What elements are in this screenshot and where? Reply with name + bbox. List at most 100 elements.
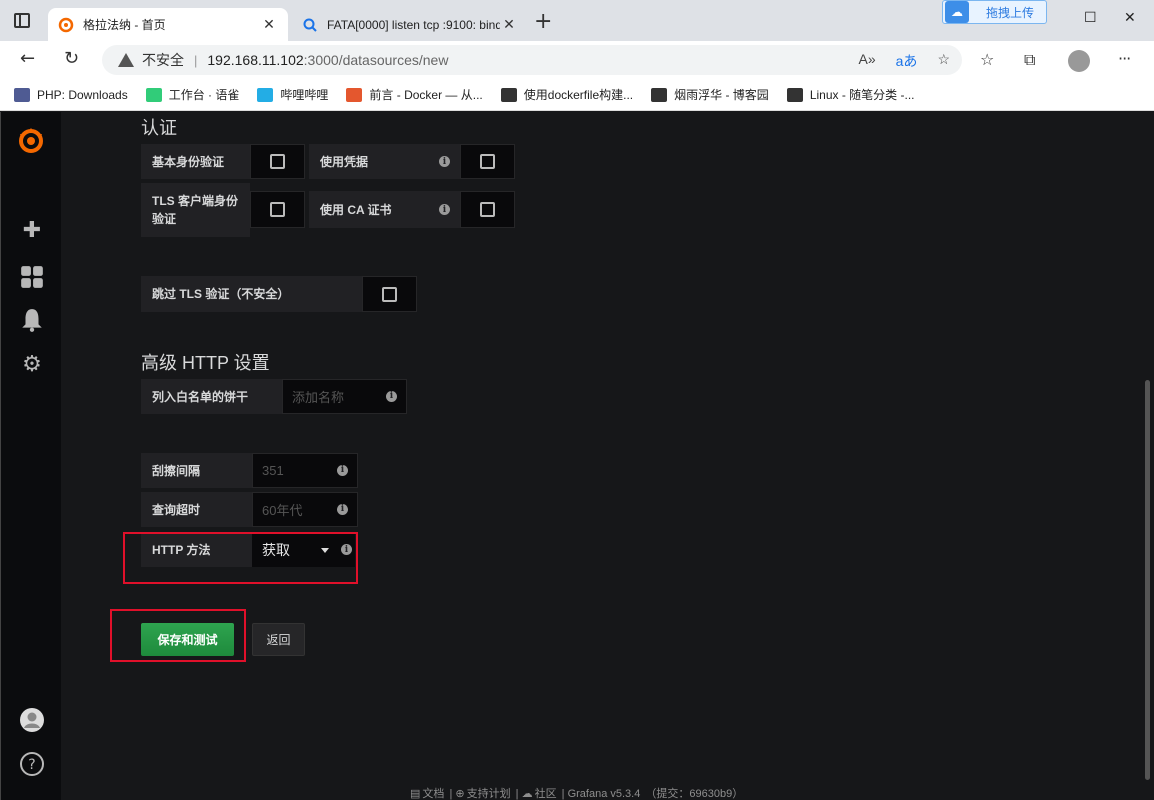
search-favicon-icon (303, 18, 317, 32)
scrape-interval-label: 刮擦间隔 (141, 453, 252, 488)
back-arrow-icon[interactable]: ← (20, 49, 35, 69)
translate-icon[interactable]: aあ (896, 51, 918, 71)
grafana-favicon-icon (58, 17, 74, 32)
skip-tls-checkbox[interactable] (362, 276, 417, 312)
skip-tls-label: 跳过 TLS 验证（不安全） (141, 276, 362, 312)
bookmark-item[interactable]: 工作台 · 语雀 (145, 86, 240, 103)
dashboards-icon[interactable] (19, 264, 45, 290)
bookmark-item[interactable]: 烟雨浮华 - 博客园 (651, 86, 769, 103)
maximize-icon[interactable]: ☐ (1084, 10, 1097, 26)
grafana-logo-icon[interactable] (15, 124, 47, 156)
back-button[interactable]: 返回 (252, 623, 305, 656)
info-icon[interactable]: i (386, 390, 397, 402)
bookmark-item[interactable]: 哔哩哔哩 (257, 86, 328, 103)
footer-docs-link[interactable]: 文档 (422, 788, 444, 800)
browser-tab-bar: 格拉法纳 - 首页 ✕ FATA[0000] listen tcp :9100:… (0, 0, 1154, 41)
bookmark-item[interactable]: 使用dockerfile构建... (500, 86, 634, 103)
checkbox-square (382, 286, 397, 302)
php-icon (14, 87, 30, 102)
address-separator: | (194, 52, 198, 68)
bookmark-label: 哔哩哔哩 (280, 88, 329, 102)
tab-fata-search[interactable]: FATA[0000] listen tcp :9100: bind ✕ (292, 8, 528, 41)
highlight-box-http-method (123, 532, 358, 584)
address-toolbar: ← ↻ 不安全 | 192.168.11.102 :3000/datasourc… (0, 41, 1154, 79)
refresh-icon[interactable]: ↻ (64, 49, 79, 69)
tab-actions-icon[interactable] (14, 13, 30, 28)
grafana-footer: ▤ 文档 | ⊕ 支持计划 | ☁ 社区 | Grafana v5.3.4 （提交：6… (410, 788, 744, 800)
whitelist-cookies-label: 列入白名单的饼干 (141, 379, 282, 414)
url-path: :3000/datasources/new (303, 52, 449, 68)
advanced-http-section-title: 高级 HTTP 设置 (141, 353, 270, 373)
close-tab-icon[interactable]: ✕ (260, 16, 278, 33)
support-icon: ⊕ (455, 788, 465, 800)
configuration-gear-icon[interactable]: ⚙ (19, 351, 45, 377)
tab-title: FATA[0000] listen tcp :9100: bind (327, 17, 500, 32)
basic-auth-checkbox[interactable] (250, 144, 305, 179)
whitelist-cookies-input[interactable]: 添加名称 i (282, 379, 407, 414)
bookmark-item[interactable]: Linux - 随笔分类 -... (786, 86, 915, 103)
bookmark-item[interactable]: PHP: Downloads (14, 87, 128, 102)
info-icon[interactable]: i (337, 503, 348, 515)
bookmark-label: 烟雨浮华 - 博客园 (674, 88, 769, 102)
upload-badge-label: 拖拽上传 (986, 5, 1035, 20)
scrape-interval-placeholder: 351 (262, 463, 284, 478)
close-window-icon[interactable]: ✕ (1124, 10, 1136, 26)
security-label: 不安全 (142, 52, 184, 68)
basic-auth-label: 基本身份验证 (141, 144, 250, 179)
auth-section-title: 认证 (141, 118, 177, 138)
footer-version: Grafana v5.3.4 (567, 788, 641, 800)
checkbox-square (480, 202, 495, 217)
svg-text:?: ? (28, 757, 35, 773)
alerting-bell-icon[interactable] (19, 307, 45, 333)
highlight-box-save (110, 609, 246, 662)
community-icon: ☁ (521, 788, 533, 800)
with-ca-cert-text: 使用 CA 证书 (320, 202, 392, 217)
collections-icon[interactable]: ⧉ (1024, 50, 1035, 70)
page-scrollbar[interactable] (1141, 112, 1154, 800)
user-avatar-icon[interactable] (19, 707, 45, 733)
address-bar[interactable]: 不安全 | 192.168.11.102 :3000/datasources/n… (102, 45, 962, 75)
query-timeout-label: 查询超时 (141, 492, 252, 527)
with-ca-cert-checkbox[interactable] (460, 191, 515, 228)
url-host: 192.168.11.102 (207, 52, 304, 68)
with-credentials-checkbox[interactable] (460, 144, 515, 179)
scrollbar-thumb[interactable] (1145, 380, 1150, 780)
read-aloud-icon[interactable]: A» (859, 51, 876, 71)
help-icon[interactable]: ? (19, 751, 45, 777)
query-timeout-placeholder: 60年代 (262, 503, 303, 518)
with-credentials-text: 使用凭据 (320, 154, 369, 169)
footer-support-link[interactable]: 支持计划 (467, 788, 511, 800)
create-plus-icon[interactable]: ✚ (19, 217, 45, 243)
tab-grafana-home[interactable]: 格拉法纳 - 首页 ✕ (48, 8, 288, 41)
tls-client-auth-label: TLS 客户端身份验证 (141, 183, 250, 237)
docs-icon: ▤ (410, 788, 421, 800)
close-tab-icon[interactable]: ✕ (500, 16, 518, 33)
info-icon[interactable]: i (337, 464, 348, 476)
scrape-interval-input[interactable]: 351 i (252, 453, 358, 488)
info-icon[interactable]: i (439, 204, 450, 215)
checkbox-square (270, 202, 285, 217)
checkbox-square (480, 154, 495, 169)
favorites-icon[interactable]: ☆ (980, 50, 994, 69)
add-favorite-icon[interactable]: ☆ (937, 51, 950, 71)
bookmark-label: PHP: Downloads (37, 87, 128, 102)
bookmarks-bar: PHP: Downloads 工作台 · 语雀 哔哩哔哩 前言 - Docker — … (0, 79, 1154, 111)
tab-title: 格拉法纳 - 首页 (83, 18, 166, 32)
with-credentials-label: 使用凭据 i (309, 144, 460, 179)
more-menu-icon[interactable]: ··· (1118, 49, 1131, 68)
profile-avatar[interactable] (1068, 50, 1090, 72)
bookmark-label: 工作台 · 语雀 (168, 88, 240, 102)
cnblogs-icon (786, 87, 803, 102)
tls-client-auth-checkbox[interactable] (250, 191, 305, 228)
query-timeout-input[interactable]: 60年代 i (252, 492, 358, 527)
info-icon[interactable]: i (439, 156, 450, 167)
whitelist-placeholder: 添加名称 (292, 390, 345, 405)
bilibili-icon (257, 87, 274, 102)
grafana-sidemenu: ✚ ⚙ ? (0, 112, 61, 800)
footer-community-link[interactable]: 社区 (535, 788, 557, 800)
bookmark-item[interactable]: 前言 - Docker — 从... (346, 86, 483, 103)
footer-commit: （提交：69630b9） (645, 788, 744, 800)
upload-badge[interactable]: ☁ 拖拽上传 (942, 0, 1047, 24)
bookmark-label: 使用dockerfile构建... (523, 88, 634, 102)
new-tab-icon[interactable]: + (534, 11, 552, 33)
